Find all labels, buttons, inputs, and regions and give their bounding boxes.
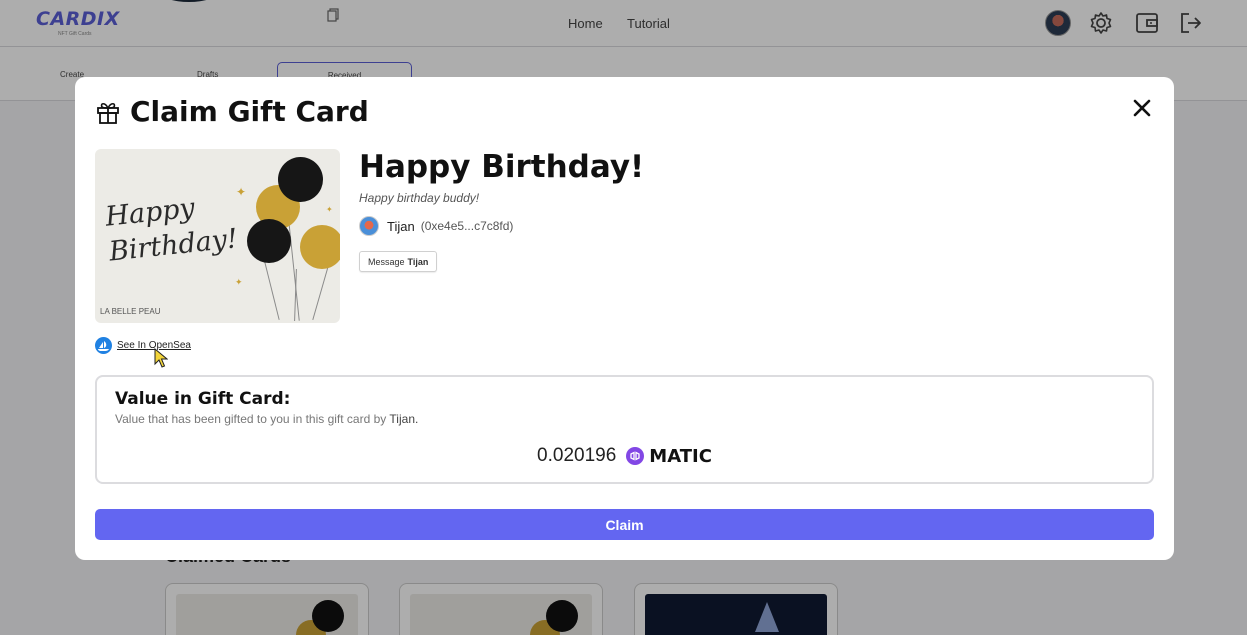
mouse-cursor-icon bbox=[154, 348, 168, 368]
sender-address: (0xe4e5...c7c8fd) bbox=[420, 219, 514, 233]
gift-card-image: ✦ ✦ ✦ Happy Birthday! LA BELLE PEAU bbox=[95, 149, 340, 323]
card-script-text: Happy Birthday! bbox=[103, 192, 240, 268]
card-message: Happy birthday buddy! bbox=[359, 191, 480, 205]
matic-icon bbox=[626, 447, 645, 465]
opensea-link[interactable]: See In OpenSea bbox=[95, 337, 191, 354]
sender-info: Tijan (0xe4e5...c7c8fd) bbox=[359, 216, 513, 236]
modal-title: Claim Gift Card bbox=[130, 95, 369, 128]
value-title: Value in Gift Card: bbox=[115, 389, 291, 409]
gift-icon bbox=[97, 102, 119, 124]
sender-avatar bbox=[359, 216, 379, 236]
claim-button[interactable]: Claim bbox=[95, 509, 1154, 540]
card-brand: LA BELLE PEAU bbox=[100, 307, 161, 316]
value-amount-row: 0.020196 MATIC bbox=[97, 445, 1152, 467]
gift-value-panel: Value in Gift Card: Value that has been … bbox=[95, 375, 1154, 484]
value-description: Value that has been gifted to you in thi… bbox=[115, 412, 419, 426]
close-icon[interactable] bbox=[1131, 97, 1153, 119]
modal-header: Claim Gift Card bbox=[95, 95, 369, 128]
value-amount: 0.020196 bbox=[537, 445, 617, 466]
sender-name: Tijan bbox=[387, 218, 415, 234]
card-title: Happy Birthday! bbox=[359, 149, 645, 185]
message-sender-button[interactable]: Message Tijan bbox=[359, 251, 438, 272]
claim-gift-card-modal: Claim Gift Card ✦ ✦ ✦ Happy Birthday! LA… bbox=[75, 77, 1174, 560]
opensea-icon bbox=[95, 337, 112, 354]
currency-label: MATIC bbox=[649, 445, 712, 467]
